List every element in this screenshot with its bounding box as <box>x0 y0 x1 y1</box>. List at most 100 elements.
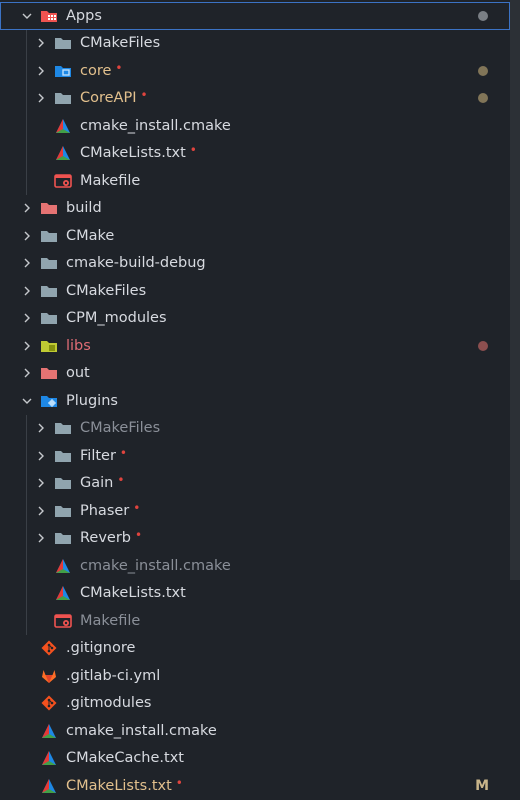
chevron-down-icon[interactable] <box>20 9 34 23</box>
chevron-right-icon[interactable] <box>34 504 48 518</box>
tree-item-label: Makefile <box>80 172 141 189</box>
tree-item-label: CMakeFiles <box>80 35 161 52</box>
tree-item-label: Filter <box>80 447 116 464</box>
status-dot-icon <box>478 10 488 21</box>
tree-item-label: .gitlab-ci.yml <box>66 667 161 684</box>
tree-item-cmakelists-txt[interactable]: CMakeLists.txt • M <box>0 772 510 800</box>
tree-item-apps[interactable]: Apps <box>0 2 510 30</box>
tree-item-cmakelists-txt[interactable]: CMakeLists.txt • <box>0 140 510 168</box>
file-explorer-tree: Apps CMakeFiles core • CoreAPI • cmake_install… <box>0 0 520 800</box>
folder-icon <box>54 475 72 491</box>
chevron-right-icon[interactable] <box>34 476 48 490</box>
folder-icon <box>54 90 72 106</box>
tree-item-cmakelists-txt[interactable]: CMakeLists.txt <box>0 580 510 608</box>
modified-dot-icon: • <box>189 143 197 158</box>
red-folder-icon <box>40 365 58 381</box>
makefile-icon <box>54 613 72 629</box>
chevron-right-icon[interactable] <box>20 339 34 353</box>
tree-item-label: .gitmodules <box>66 695 152 712</box>
tree-item-cmake-install-cmake[interactable]: cmake_install.cmake <box>0 112 510 140</box>
tree-item-label: Makefile <box>80 612 141 629</box>
cmake-icon <box>40 723 58 739</box>
tree-item-libs[interactable]: libs <box>0 332 510 360</box>
folder-icon <box>40 283 58 299</box>
chevron-right-icon[interactable] <box>20 311 34 325</box>
chevron-right-icon[interactable] <box>34 421 48 435</box>
tree-item-label: cmake_install.cmake <box>66 722 217 739</box>
tree-item-cpm-modules[interactable]: CPM_modules <box>0 305 510 333</box>
tree-item-filter[interactable]: Filter • <box>0 442 510 470</box>
tree-item-core[interactable]: core • <box>0 57 510 85</box>
indent-guide <box>26 29 27 195</box>
chevron-right-icon[interactable] <box>34 91 48 105</box>
tree-item-label: cmake_install.cmake <box>80 117 231 134</box>
tree-item-reverb[interactable]: Reverb • <box>0 525 510 553</box>
tree-item-label: CMakeFiles <box>66 282 147 299</box>
core-folder-icon <box>54 63 72 79</box>
status-dot-icon <box>478 93 488 104</box>
tree-item-cmakefiles[interactable]: CMakeFiles <box>0 415 510 443</box>
folder-icon <box>40 255 58 271</box>
cmake-icon <box>54 118 72 134</box>
tree-item-gitmodules[interactable]: .gitmodules <box>0 690 510 718</box>
folder-icon <box>54 530 72 546</box>
tree-item-gitignore[interactable]: .gitignore <box>0 635 510 663</box>
cmake-icon <box>40 750 58 766</box>
chevron-right-icon[interactable] <box>34 449 48 463</box>
tree-item-makefile[interactable]: Makefile <box>0 607 510 635</box>
tree-item-coreapi[interactable]: CoreAPI • <box>0 85 510 113</box>
tree-item-label: Gain <box>80 475 114 492</box>
modified-dot-icon: • <box>175 775 183 790</box>
tree-item-build[interactable]: build <box>0 195 510 223</box>
tree-item-label: Phaser <box>80 502 130 519</box>
cmake-icon <box>40 778 58 794</box>
tree-item-gitlab-ci-yml[interactable]: .gitlab-ci.yml <box>0 662 510 690</box>
tree-item-label: core <box>80 62 112 79</box>
cmake-icon <box>54 145 72 161</box>
tree-item-cmake-build-debug[interactable]: cmake-build-debug <box>0 250 510 278</box>
tree-item-cmakefiles[interactable]: CMakeFiles <box>0 277 510 305</box>
tree-item-label: CoreAPI <box>80 90 137 107</box>
gitlab-icon <box>40 668 58 684</box>
cmake-icon <box>54 585 72 601</box>
chevron-right-icon[interactable] <box>20 256 34 270</box>
tree-item-gain[interactable]: Gain • <box>0 470 510 498</box>
chevron-right-icon[interactable] <box>20 366 34 380</box>
chevron-right-icon[interactable] <box>34 36 48 50</box>
apps-folder-icon <box>40 8 58 24</box>
tree-item-label: Apps <box>66 7 102 24</box>
tree-item-cmakefiles[interactable]: CMakeFiles <box>0 30 510 58</box>
tree-item-label: Reverb <box>80 530 132 547</box>
modified-dot-icon: • <box>115 60 123 75</box>
status-dot-icon <box>478 340 488 351</box>
tree-item-makefile[interactable]: Makefile <box>0 167 510 195</box>
tree-item-cmake[interactable]: CMake <box>0 222 510 250</box>
chevron-right-icon[interactable] <box>34 531 48 545</box>
plugins-folder-icon <box>40 393 58 409</box>
tree-item-label: CMakeLists.txt <box>80 585 186 602</box>
chevron-right-icon[interactable] <box>20 229 34 243</box>
modified-dot-icon: • <box>119 445 127 460</box>
libs-folder-icon <box>40 338 58 354</box>
makefile-icon <box>54 173 72 189</box>
tree-item-cmake-install-cmake[interactable]: cmake_install.cmake <box>0 552 510 580</box>
tree-item-label: CMakeCache.txt <box>66 750 184 767</box>
tree-item-out[interactable]: out <box>0 360 510 388</box>
chevron-right-icon[interactable] <box>34 64 48 78</box>
tree-item-cmake-install-cmake[interactable]: cmake_install.cmake <box>0 717 510 745</box>
folder-icon <box>54 503 72 519</box>
chevron-right-icon[interactable] <box>20 284 34 298</box>
tree-item-plugins[interactable]: Plugins <box>0 387 510 415</box>
tree-item-label: CMake <box>66 227 115 244</box>
git-icon <box>40 640 58 656</box>
modified-dot-icon: • <box>135 528 143 543</box>
folder-icon <box>54 420 72 436</box>
chevron-down-icon[interactable] <box>20 394 34 408</box>
cmake-icon <box>54 558 72 574</box>
tree-item-phaser[interactable]: Phaser • <box>0 497 510 525</box>
tree-item-cmakecache-txt[interactable]: CMakeCache.txt <box>0 745 510 773</box>
modified-dot-icon: • <box>117 473 125 488</box>
tree-item-label: CPM_modules <box>66 310 167 327</box>
scrollbar[interactable] <box>510 0 520 580</box>
chevron-right-icon[interactable] <box>20 201 34 215</box>
